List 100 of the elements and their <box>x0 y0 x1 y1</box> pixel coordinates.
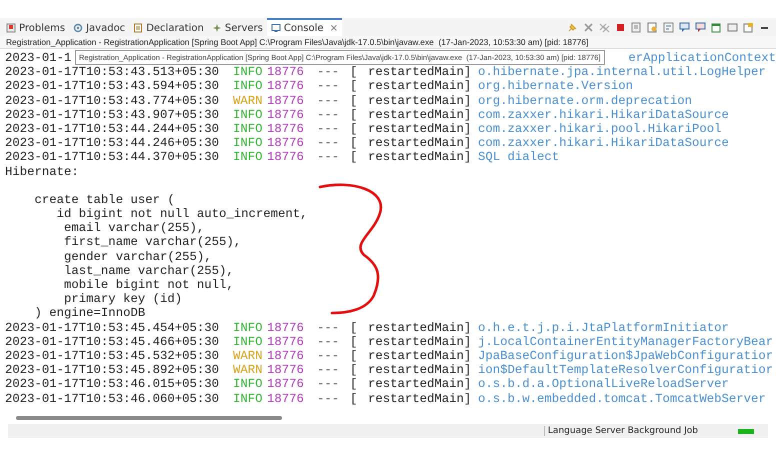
separator: --- <box>317 377 340 392</box>
close-icon[interactable]: × <box>330 22 338 34</box>
process-id: 18776 <box>267 136 305 150</box>
logger-name: o.s.b.w.embedded.tomcat.TomcatWebServer <box>478 392 767 406</box>
timestamp: 2023-01-17T10:53:43.774+05:30 <box>5 94 220 108</box>
console-tab[interactable]: Servers <box>208 18 267 36</box>
log-level: INFO <box>233 334 264 349</box>
logger-name: o.h.e.t.j.p.i.JtaPlatformInitiator <box>478 320 730 335</box>
log-level: INFO <box>233 65 264 80</box>
logger-name: o.hibernate.jpa.internal.util.LogHelper <box>478 65 767 80</box>
thread-name: restartedMain] <box>368 377 472 392</box>
pin-icon[interactable] <box>567 22 578 32</box>
timestamp: 2023-01-17T10:53:45.892+05:30 <box>5 363 220 378</box>
display-icon[interactable] <box>727 22 738 32</box>
separator: --- <box>317 320 340 335</box>
logger-name: j.LocalContainerEntityManagerFactoryBear <box>478 334 774 349</box>
console-line: Hibernate: <box>5 164 79 179</box>
console-title: Registration_Application - RegistrationApplication [Spring Boot App] C:\Program Files\Java\jdk-17.0.5\bin\javaw.exe (17-Jan-2023, 10:53:30 am) [pid: 18776] <box>0 36 776 49</box>
logger-name: org.hibernate.orm.deprecation <box>478 94 694 108</box>
console-tab[interactable]: Declaration <box>129 18 208 36</box>
console-tab[interactable]: Console × <box>266 18 342 36</box>
bracket: [ <box>350 65 358 80</box>
thread-name: restartedMain] <box>368 320 472 335</box>
log-level: INFO <box>233 122 264 136</box>
logger-name: com.zaxxer.hikari.pool.HikariPool <box>478 122 723 136</box>
bracket: [ <box>350 150 358 164</box>
thread-name: restartedMain] <box>368 65 472 80</box>
console-line: create table user ( <box>34 192 175 208</box>
console-line: email varchar(255), <box>63 221 204 236</box>
thread-name: restartedMain] <box>368 79 472 94</box>
timestamp: 2023-01-17T10:53:43.513+05:30 <box>5 65 220 80</box>
log-level: INFO <box>233 136 264 150</box>
process-id: 18776 <box>267 320 305 335</box>
separator: --- <box>317 150 340 164</box>
logger-name: org.hibernate.Version <box>478 79 634 94</box>
bracket: [ <box>350 363 358 378</box>
separator: --- <box>317 79 340 94</box>
process-id: 18776 <box>267 108 305 122</box>
timestamp: 2023-01-17T10:53:45.466+05:30 <box>5 334 220 349</box>
log-level: WARN <box>233 348 264 364</box>
timestamp: 2023-01-17T10:53:45.532+05:30 <box>5 348 220 364</box>
thread-name: restartedMain] <box>368 348 472 364</box>
logger-name: com.zaxxer.hikari.HikariDataSource <box>478 108 730 122</box>
timestamp: 2023-01-17T10:53:45.454+05:30 <box>5 320 220 335</box>
process-id: 18776 <box>267 392 305 406</box>
thread-name: restartedMain] <box>368 392 472 406</box>
timestamp: 2023-01-17T10:53:44.370+05:30 <box>5 150 220 164</box>
remove-icon[interactable] <box>583 22 594 32</box>
process-id: 18776 <box>267 348 305 364</box>
separator: --- <box>317 363 340 378</box>
log-level: WARN <box>233 94 264 108</box>
console-line: gender varchar(255), <box>63 250 212 264</box>
log-level: INFO <box>233 108 264 122</box>
background-job-label: Language Server Background Job <box>544 426 698 436</box>
console-line: last_name varchar(255), <box>63 264 234 278</box>
process-id: 18776 <box>267 363 305 378</box>
bracket: [ <box>350 94 358 108</box>
stop-icon[interactable] <box>615 22 626 32</box>
console-line: id bigint not null auto_increment, <box>56 207 308 222</box>
thread-name: restartedMain] <box>368 136 472 150</box>
thread-name: restartedMain] <box>368 363 472 378</box>
monitor-icon <box>270 23 281 33</box>
speech-bubble-icon[interactable] <box>695 22 706 32</box>
logger-name: o.s.b.d.a.OptionalLiveReloadServer <box>478 377 730 392</box>
separator: --- <box>317 348 340 364</box>
console-tab[interactable]: Javadoc <box>69 18 130 36</box>
bracket: [ <box>350 392 358 406</box>
process-id: 18776 <box>267 150 305 164</box>
console-tab[interactable]: Problems <box>2 18 70 36</box>
separator: --- <box>317 65 340 80</box>
process-id: 18776 <box>267 334 305 349</box>
bracket: [ <box>350 136 358 150</box>
thread-name: restartedMain] <box>368 334 472 349</box>
document-icon <box>133 23 144 33</box>
logger-name: ion$DefaultTemplateResolverConfiguratior <box>478 363 774 378</box>
log-level: INFO <box>233 79 264 94</box>
timestamp: 2023-01-17T10:53:44.244+05:30 <box>5 122 220 136</box>
thread-name: restartedMain] <box>368 94 472 108</box>
process-id: 18776 <box>267 122 305 136</box>
separator: --- <box>317 122 340 136</box>
process-id: 18776 <box>267 94 305 108</box>
thread-name: restartedMain] <box>368 150 472 164</box>
scrollbar-thumb[interactable] <box>16 416 282 420</box>
thread-name: restartedMain] <box>368 122 472 136</box>
separator: --- <box>317 94 340 108</box>
timestamp: 2023-01-17T10:53:43.907+05:30 <box>5 108 220 122</box>
process-id: 18776 <box>267 65 305 80</box>
bracket: [ <box>350 334 358 349</box>
speech-bubble-icon[interactable] <box>679 22 690 32</box>
timestamp: 2023-01-17T10:53:46.060+05:30 <box>5 392 220 406</box>
log-level: INFO <box>233 377 264 392</box>
process-id: 18776 <box>267 377 305 392</box>
console-line: first_name varchar(255), <box>63 235 242 250</box>
log-level: INFO <box>233 392 264 406</box>
separator: --- <box>317 136 340 150</box>
bracket: [ <box>350 320 358 335</box>
console-line: primary key (id) <box>63 292 182 306</box>
separator: --- <box>317 334 340 349</box>
separator: --- <box>317 108 340 122</box>
bracket: [ <box>350 108 358 122</box>
